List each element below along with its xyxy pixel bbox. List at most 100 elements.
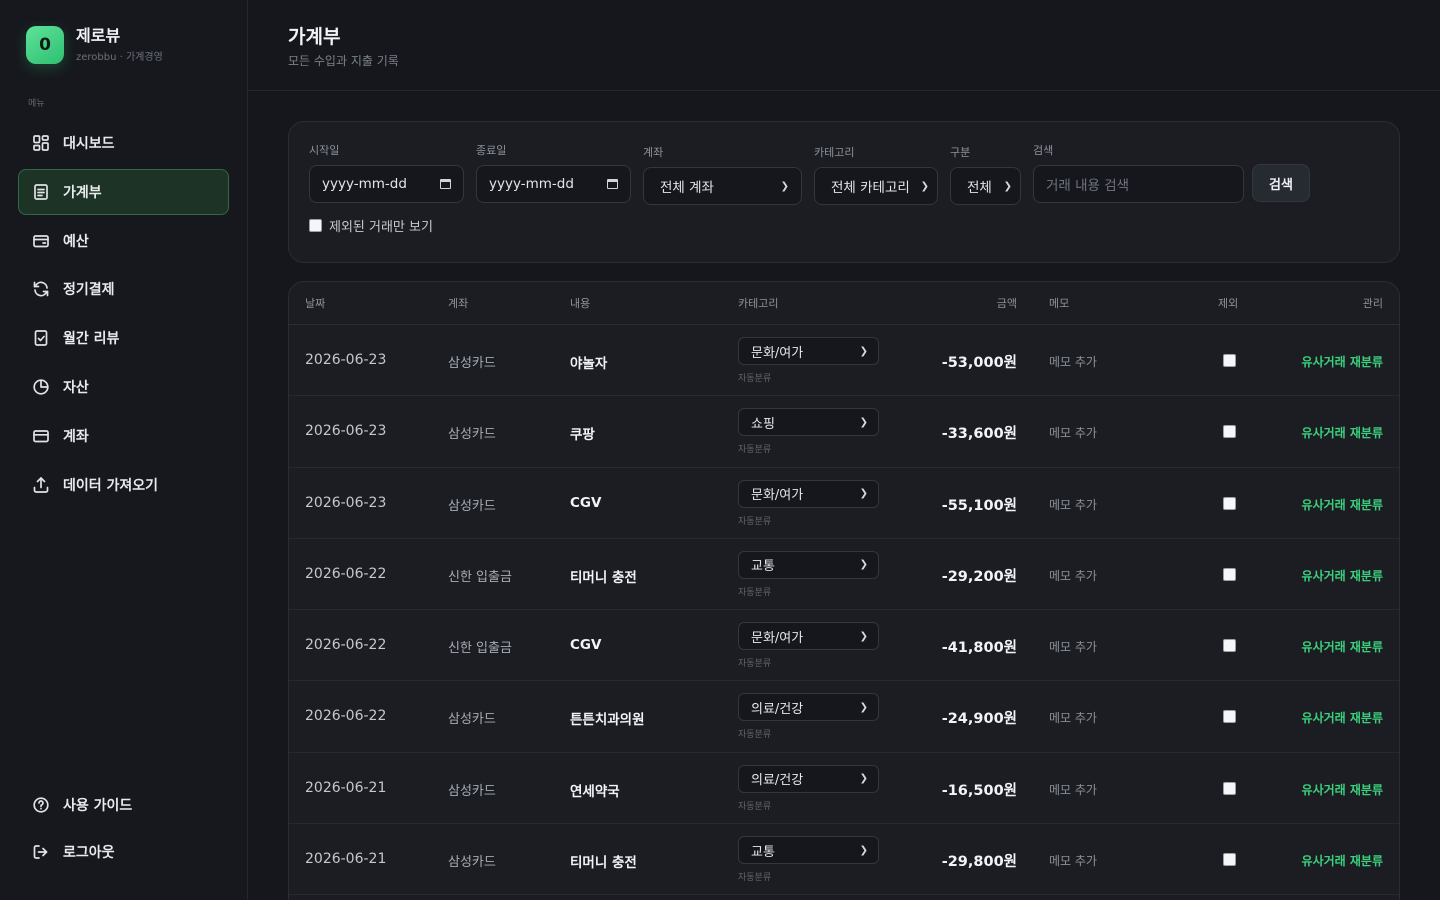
start-date-input[interactable]: yyyy-mm-dd (309, 165, 464, 203)
row-category-select[interactable]: 쇼핑 ❯ (738, 408, 879, 437)
row-amount: -24,900원 (941, 711, 1017, 728)
sidebar-item-label: 데이터 가져오기 (63, 477, 159, 494)
row-memo-button[interactable]: 메모 추가 (1049, 709, 1097, 726)
chevron-down-icon: ❯ (859, 773, 868, 785)
sidebar-item-monthly-review[interactable]: 월간 리뷰 (18, 315, 229, 361)
brand-logo: 0 (26, 26, 64, 64)
row-reclassify-button[interactable]: 유사거래 재분류 (1302, 852, 1383, 869)
row-category-select[interactable]: 문화/여가 ❯ (738, 479, 879, 508)
row-date: 2026-06-23 (305, 352, 387, 368)
row-category-select[interactable]: 문화/여가 ❯ (738, 337, 879, 365)
brand[interactable]: 0 제로뷰 zerobbu · 가계경영 (26, 26, 163, 64)
column-memo: 메모 (1049, 297, 1070, 310)
sidebar-item-assets[interactable]: 자산 (18, 364, 229, 410)
help-icon (32, 796, 50, 814)
sidebar-item-guide[interactable]: 사용 가이드 (18, 782, 229, 828)
excluded-only-toggle[interactable]: 제외된 거래만 보기 (309, 216, 433, 235)
row-account: 삼성카드 (448, 427, 496, 443)
table-body: 2026-06-23 삼성카드 야놀자 문화/여가 ❯ 자동분류 -53,000… (289, 325, 1399, 896)
row-date: 2026-06-22 (305, 637, 387, 654)
row-category-cell: 의료/건강 ❯ 자동분류 (738, 693, 879, 740)
row-description: 쿠팡 (570, 427, 595, 444)
row-amount: -29,800원 (941, 854, 1017, 871)
pie-chart-icon (32, 378, 50, 396)
row-date: 2026-06-21 (305, 779, 387, 796)
row-category-select[interactable]: 문화/여가 ❯ (738, 622, 879, 651)
chevron-down-icon: ❯ (859, 416, 868, 428)
brand-subtitle: zerobbu · 가계경영 (76, 52, 163, 63)
row-reclassify-button[interactable]: 유사거래 재분류 (1302, 567, 1383, 584)
filter-card: 시작일 yyyy-mm-dd 종료일 yyyy-mm-dd 계좌 전체 계좌 ❯… (288, 121, 1400, 263)
type-select[interactable]: 전체 ❯ (950, 167, 1021, 205)
category-filter-group: 카테고리 전체 카테고리 ❯ (814, 144, 938, 205)
row-category-select[interactable]: 교통 ❯ (738, 836, 879, 865)
row-reclassify-button[interactable]: 유사거래 재분류 (1302, 496, 1383, 513)
row-description: 야놀자 (570, 356, 608, 372)
table-row: 2026-06-23 삼성카드 쿠팡 쇼핑 ❯ 자동분류 -33,600원 메모… (289, 396, 1399, 468)
row-category-select[interactable]: 의료/건강 ❯ (738, 693, 879, 722)
page-subtitle: 모든 수입과 지출 기록 (288, 54, 399, 68)
end-date-label: 종료일 (476, 144, 507, 157)
row-date: 2026-06-21 (305, 851, 387, 868)
row-exclude-checkbox[interactable] (1223, 780, 1236, 799)
column-amount: 금액 (996, 297, 1017, 310)
row-memo-button[interactable]: 메모 추가 (1049, 781, 1097, 798)
brand-name: 제로뷰 (76, 26, 121, 45)
row-category-select[interactable]: 교통 ❯ (738, 550, 879, 579)
row-exclude-checkbox[interactable] (1223, 708, 1236, 727)
row-exclude-checkbox[interactable] (1223, 566, 1236, 585)
row-memo-button[interactable]: 메모 추가 (1049, 638, 1097, 655)
sidebar-item-dashboard[interactable]: 대시보드 (18, 120, 229, 166)
start-date-group: 시작일 yyyy-mm-dd (309, 142, 464, 203)
row-memo-button[interactable]: 메모 추가 (1049, 852, 1097, 869)
end-date-input[interactable]: yyyy-mm-dd (476, 165, 631, 203)
row-reclassify-button[interactable]: 유사거래 재분류 (1302, 638, 1383, 655)
sidebar-item-ledger[interactable]: 가계부 (18, 168, 229, 215)
row-category-select[interactable]: 의료/건강 ❯ (738, 764, 879, 793)
row-account: 삼성카드 (448, 356, 496, 371)
category-select[interactable]: 전체 카테고리 ❯ (814, 167, 938, 205)
row-exclude-checkbox[interactable] (1223, 851, 1236, 870)
search-label: 검색 (1033, 144, 1054, 157)
table-row: 2026-06-23 삼성카드 CGV 문화/여가 ❯ 자동분류 -55,100… (289, 468, 1399, 539)
row-memo-button[interactable]: 메모 추가 (1049, 353, 1097, 370)
sidebar-bottom-nav: 사용 가이드 로그아웃 (18, 782, 229, 876)
sidebar-item-label: 자산 (63, 379, 89, 396)
row-reclassify-button[interactable]: 유사거래 재분류 (1302, 781, 1383, 798)
row-reclassify-button[interactable]: 유사거래 재분류 (1302, 424, 1383, 441)
row-exclude-checkbox[interactable] (1223, 423, 1236, 442)
sidebar-item-label: 정기결제 (63, 282, 115, 299)
row-exclude-checkbox[interactable] (1223, 352, 1236, 371)
row-exclude-checkbox[interactable] (1223, 495, 1236, 514)
account-select[interactable]: 전체 계좌 ❯ (643, 167, 802, 205)
sidebar-item-logout[interactable]: 로그아웃 (18, 829, 229, 875)
wallet-icon (32, 232, 50, 250)
sidebar-item-budget[interactable]: 예산 (18, 218, 229, 264)
row-exclude-checkbox[interactable] (1223, 637, 1236, 656)
auto-classified-label: 자동분류 (738, 659, 772, 670)
calendar-icon[interactable] (440, 179, 451, 189)
search-input[interactable]: 거래 내용 검색 (1033, 165, 1244, 203)
chevron-down-icon: ❯ (859, 345, 868, 357)
column-manage: 관리 (1362, 297, 1383, 310)
row-account: 삼성카드 (448, 712, 496, 728)
row-reclassify-button[interactable]: 유사거래 재분류 (1302, 709, 1383, 726)
row-description: 티머니 충전 (570, 569, 637, 586)
table-row: 2026-06-22 신한 입출금 티머니 충전 교통 ❯ 자동분류 -29,2… (289, 539, 1399, 611)
row-memo-button[interactable]: 메모 추가 (1049, 567, 1097, 584)
type-filter-group: 구분 전체 ❯ (950, 144, 1021, 205)
row-memo-button[interactable]: 메모 추가 (1049, 424, 1097, 441)
row-account: 삼성카드 (448, 855, 496, 871)
row-category-cell: 교통 ❯ 자동분류 (738, 836, 879, 883)
row-category-cell: 문화/여가 ❯ 자동분류 (738, 479, 879, 527)
excluded-only-checkbox[interactable] (309, 219, 322, 232)
calendar-icon[interactable] (607, 179, 618, 189)
row-reclassify-button[interactable]: 유사거래 재분류 (1302, 353, 1383, 370)
sidebar-item-subscriptions[interactable]: 정기결제 (18, 266, 229, 312)
chevron-down-icon: ❯ (1003, 180, 1012, 192)
upload-icon (32, 476, 50, 494)
row-memo-button[interactable]: 메모 추가 (1049, 496, 1097, 513)
sidebar-item-accounts[interactable]: 계좌 (18, 413, 229, 459)
search-button[interactable]: 검색 (1252, 164, 1310, 202)
sidebar-item-import-data[interactable]: 데이터 가져오기 (18, 462, 229, 508)
